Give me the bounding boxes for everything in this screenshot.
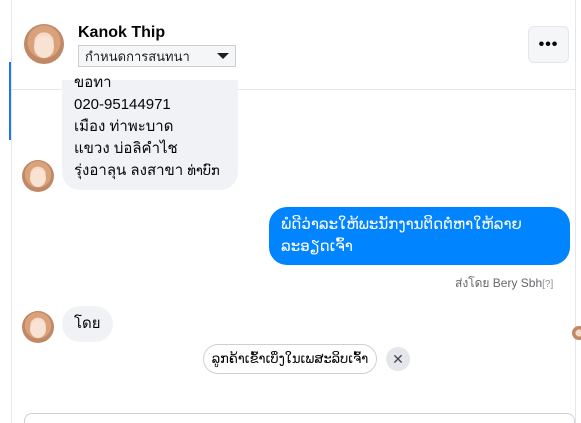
scroll-indicator[interactable] <box>9 62 11 140</box>
more-options-button[interactable]: ••• <box>528 26 569 63</box>
message-bubble-incoming[interactable]: โดย <box>62 306 113 342</box>
message-line-last: รุ่งอาลุน ลงสาขา ທ່າບົກ <box>74 160 226 182</box>
message-bubble-incoming[interactable]: ขอทา 020-95144971 เมือง ท่าพะบาด แขวง บ่… <box>62 74 238 190</box>
conversation-status-label: กำหนดการสนทนา <box>85 48 190 64</box>
contact-avatar[interactable] <box>24 24 64 64</box>
message-line: แขวง บ่อลิคำไช <box>74 140 178 157</box>
contact-name[interactable]: Kanok Thip <box>78 24 165 42</box>
right-divider <box>575 0 576 423</box>
suggested-reply-chip[interactable]: ລູກຄ້າເຂົ້າເບິ່ງໃນເພສະລິບເຈົ້າ <box>203 344 377 374</box>
read-receipt-avatar <box>572 326 581 340</box>
message-line: 020-95144971 <box>74 96 171 113</box>
close-icon: ✕ <box>392 350 404 367</box>
message-bubble-outgoing[interactable]: ພໍດີວ່າລະໃຫ້ພະນັກງານຕິດຕໍ່ຫາໃຫ້ລາຍລະອຽດເ… <box>269 207 570 265</box>
message-text: โดย <box>74 315 101 332</box>
suggested-reply-label: ລູກຄ້າເຂົ້າເບິ່ງໃນເພສະລິບເຈົ້າ <box>211 351 369 366</box>
sent-by-label: ส่งโดย Bery Sbh[?] <box>455 274 553 293</box>
message-text: ພໍດີວ່າລະໃຫ້ພະນັກງານຕິດຕໍ່ຫາໃຫ້ລາຍລະອຽດເ… <box>281 216 522 255</box>
sent-by-text: ส่งโดย Bery Sbh <box>455 276 543 290</box>
conversation-status-dropdown[interactable]: กำหนดการสนทนา <box>78 45 236 67</box>
message-composer[interactable] <box>24 413 575 423</box>
help-link[interactable]: [?] <box>542 279 553 290</box>
message-line: ขอทา <box>74 74 112 91</box>
message-line-text: รุ่งอาลุน ลงสาขา <box>74 162 184 179</box>
dismiss-suggestion-button[interactable]: ✕ <box>386 347 410 371</box>
message-line: เมือง ท่าพะบาด <box>74 118 174 135</box>
more-horizontal-icon: ••• <box>538 35 559 53</box>
contact-avatar-small[interactable] <box>22 160 54 192</box>
caret-down-icon <box>217 53 229 59</box>
message-line-suffix: ທ່າບົກ <box>187 163 220 178</box>
contact-avatar-small[interactable] <box>22 311 54 343</box>
